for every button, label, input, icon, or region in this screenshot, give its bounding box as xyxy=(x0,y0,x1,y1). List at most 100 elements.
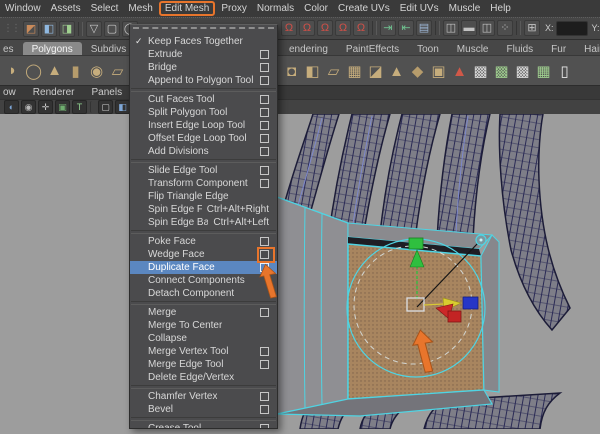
option-box-icon[interactable] xyxy=(260,237,269,246)
x-coordinate-input[interactable] xyxy=(555,20,588,36)
highlight-selection-icon[interactable]: ▢ xyxy=(104,20,120,37)
menu-item[interactable]: ✓ Offset Edge Loop Tool xyxy=(130,132,277,145)
option-box-icon[interactable] xyxy=(260,95,269,104)
view-grid-icon[interactable]: ▣ xyxy=(55,100,70,114)
shelf-tab[interactable]: Fluids xyxy=(497,42,542,56)
shelf-tab[interactable]: Hair xyxy=(575,42,600,56)
shelf-combine-icon[interactable]: ◘ xyxy=(281,59,302,83)
menu-item[interactable]: ✓ Merge xyxy=(130,306,277,319)
menu-item[interactable]: ✓ Transform Component xyxy=(130,177,277,190)
divider[interactable] xyxy=(435,21,440,35)
menu-item[interactable]: ✓ Merge Vertex Tool xyxy=(130,345,277,358)
select-object-icon[interactable]: ◧ xyxy=(41,20,57,37)
menu-item[interactable]: ✓ xyxy=(131,230,276,234)
snap-to-grid-icon[interactable]: Ω xyxy=(281,20,297,36)
option-box-icon[interactable] xyxy=(260,405,269,414)
option-box-icon[interactable] xyxy=(260,108,269,117)
option-box-icon[interactable] xyxy=(260,308,269,317)
option-box-icon[interactable] xyxy=(260,121,269,130)
quick-layout-icon[interactable]: ⊞ xyxy=(524,20,540,36)
statusline-grip[interactable]: ⋮⋮ xyxy=(3,23,21,34)
shelf-tab[interactable]: Polygons xyxy=(22,42,82,56)
ipr-render-icon[interactable]: ◫ xyxy=(479,20,495,36)
divider[interactable] xyxy=(516,21,521,35)
option-box-icon[interactable] xyxy=(260,50,269,59)
option-box-icon[interactable] xyxy=(260,147,269,156)
menu-item[interactable]: ✓ xyxy=(131,417,276,421)
snap-to-view-plane-icon[interactable]: Ω xyxy=(353,20,369,36)
menubar-item[interactable]: Create UVs xyxy=(333,2,395,15)
shelf-tab[interactable]: Muscle xyxy=(448,42,498,56)
menu-item[interactable]: ✓ Merge To Center xyxy=(130,319,277,332)
option-box-icon[interactable] xyxy=(260,424,269,428)
output-connections-icon[interactable]: ⇤ xyxy=(398,20,414,36)
snap-to-point-icon[interactable]: Ω xyxy=(317,20,333,36)
menu-item[interactable]: ✓ Detach Component xyxy=(130,287,277,300)
option-box-icon[interactable] xyxy=(260,166,269,175)
shelf-tab[interactable]: PaintEffects xyxy=(337,42,408,56)
menu-item[interactable]: ✓ Cut Faces Tool xyxy=(130,93,277,106)
divider[interactable] xyxy=(90,101,95,113)
poly-sphere-smooth-icon[interactable]: ◉ xyxy=(86,59,107,83)
camera-attributes-icon[interactable]: ◐ xyxy=(4,100,19,114)
shelf-uv-grid-icon[interactable]: ▦ xyxy=(533,59,554,83)
shelf-uv-checker2-icon[interactable]: ▩ xyxy=(491,59,512,83)
film-gate-icon[interactable]: T xyxy=(72,100,87,114)
menu-item[interactable]: ✓ Spin Edge Forward Ctrl+Alt+Right xyxy=(130,203,277,216)
poly-torus-icon[interactable]: ◯ xyxy=(23,59,44,83)
menu-item[interactable]: ✓ Duplicate Face xyxy=(130,261,277,274)
option-box-icon[interactable] xyxy=(260,134,269,143)
corner-vertex-widget[interactable] xyxy=(475,234,487,246)
menu-item[interactable]: ✓ xyxy=(131,301,276,305)
shelf-subdivide-icon[interactable]: ▦ xyxy=(344,59,365,83)
poly-cone-icon[interactable]: ▲ xyxy=(44,59,65,83)
menu-item[interactable]: ✓ Bevel xyxy=(130,403,277,416)
poly-cylinder-icon[interactable]: ▮ xyxy=(65,59,86,83)
shelf-page-icon[interactable]: ▯ xyxy=(554,59,575,83)
shelf-mirror-icon[interactable]: ◪ xyxy=(365,59,386,83)
render-current-frame-icon[interactable]: ▬ xyxy=(461,20,477,36)
menubar-item[interactable]: Help xyxy=(485,2,516,15)
menu-item[interactable]: ✓ Append to Polygon Tool xyxy=(130,74,277,87)
menu-item[interactable]: ✓ Slide Edge Tool xyxy=(130,164,277,177)
option-box-icon[interactable] xyxy=(260,63,269,72)
wireframe-mode-icon[interactable]: ▢ xyxy=(98,100,113,114)
menu-item[interactable]: ✓ Delete Edge/Vertex xyxy=(130,371,277,384)
panel-menu-item[interactable]: Panels xyxy=(92,87,123,98)
menubar-item[interactable]: Muscle xyxy=(444,2,486,15)
construction-history-icon[interactable]: ▤ xyxy=(416,20,432,36)
menu-item[interactable]: ✓ Split Polygon Tool xyxy=(130,106,277,119)
menu-item[interactable]: ✓ Flip Triangle Edge xyxy=(130,190,277,203)
menu-item[interactable]: ✓ Insert Edge Loop Tool xyxy=(130,119,277,132)
menu-item[interactable]: ✓ Connect Components xyxy=(130,274,277,287)
menu-item[interactable]: ✓ Keep Faces Together xyxy=(130,35,277,48)
option-box-icon[interactable] xyxy=(260,76,269,85)
menu-item[interactable]: ✓ xyxy=(131,159,276,163)
shaded-mode-icon[interactable]: ◧ xyxy=(115,100,130,114)
shelf-extract-icon[interactable]: ◧ xyxy=(302,59,323,83)
option-box-icon[interactable] xyxy=(260,179,269,188)
panel-menu-item[interactable]: Renderer xyxy=(33,87,75,98)
shelf-tab[interactable]: Subdivs xyxy=(82,42,136,56)
render-view-icon[interactable]: ◫ xyxy=(443,20,459,36)
panel-menu-item[interactable]: ow xyxy=(3,87,16,98)
shelf-tab[interactable]: Fur xyxy=(542,42,575,56)
dropdown-arrow-icon[interactable]: ▽ xyxy=(86,20,102,37)
shelf-lamp-icon[interactable]: ▲ xyxy=(449,59,470,83)
menubar-item[interactable]: Select xyxy=(86,2,124,15)
divider[interactable] xyxy=(372,21,377,35)
shelf-bridge-icon[interactable]: ▣ xyxy=(428,59,449,83)
menu-item[interactable]: ✓ Add Divisions xyxy=(130,145,277,158)
input-connections-icon[interactable]: ⇥ xyxy=(380,20,396,36)
menu-item[interactable]: ✓ Merge Edge Tool xyxy=(130,358,277,371)
menu-item[interactable]: ✓ Chamfer Vertex xyxy=(130,390,277,403)
option-box-icon[interactable] xyxy=(260,360,269,369)
shelf-tab[interactable]: es xyxy=(0,42,23,56)
option-box-icon[interactable] xyxy=(260,347,269,356)
select-component-icon[interactable]: ◨ xyxy=(59,20,75,37)
menubar-item[interactable]: Normals xyxy=(252,2,299,15)
shelf-uv-checker1-icon[interactable]: ▩ xyxy=(470,59,491,83)
menu-item[interactable]: ✓ Collapse xyxy=(130,332,277,345)
menubar-item[interactable]: Edit Mesh xyxy=(158,1,216,16)
viewport[interactable] xyxy=(0,113,600,430)
